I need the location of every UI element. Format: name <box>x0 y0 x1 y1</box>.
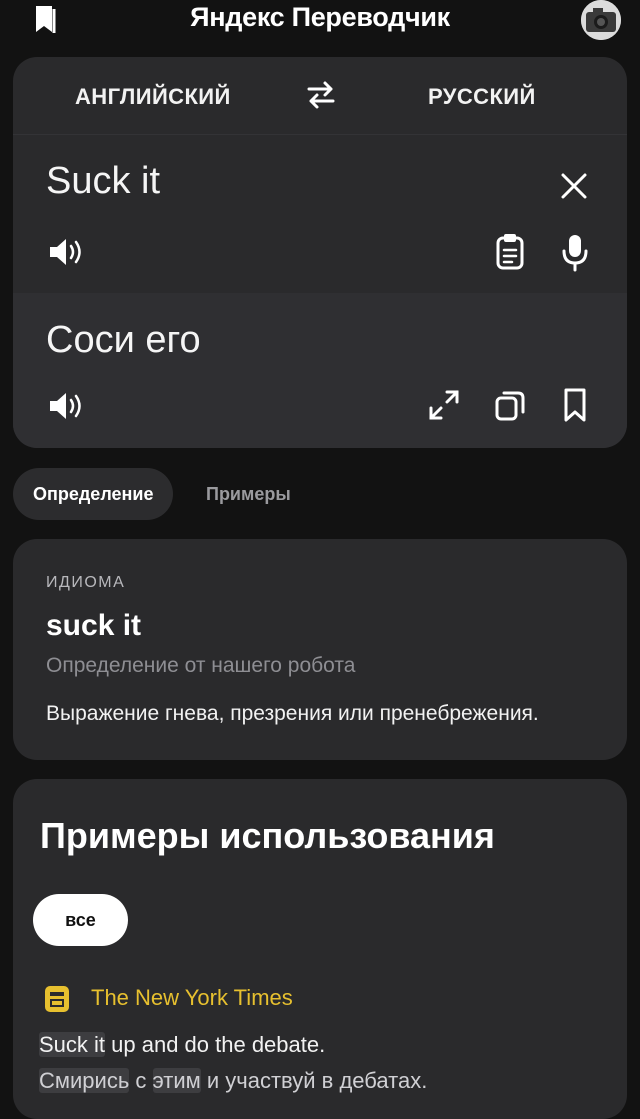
fullscreen-icon[interactable] <box>427 388 461 422</box>
close-icon[interactable] <box>559 171 589 201</box>
bookmark-icon[interactable] <box>562 387 588 423</box>
example-text: и участвуй в дебатах. <box>200 1068 428 1093</box>
language-bar: АНГЛИЙСКИЙ РУССКИЙ <box>13 57 627 135</box>
speaker-icon[interactable] <box>47 390 85 422</box>
copy-icon[interactable] <box>494 388 526 422</box>
filter-chip-all[interactable]: все <box>33 894 128 946</box>
translated-text: Соси его <box>46 319 201 361</box>
tab-examples[interactable]: Примеры <box>186 468 311 520</box>
example-highlight: этим <box>152 1068 201 1093</box>
example-highlight: Смирись <box>39 1068 130 1093</box>
tab-definition[interactable]: Определение <box>13 468 174 520</box>
example-sentence-translation: Смирись с этим и участвуй в дебатах. <box>39 1068 427 1094</box>
target-language-button[interactable]: РУССКИЙ <box>428 84 536 110</box>
newspaper-icon <box>45 986 69 1012</box>
definition-source: Определение от нашего робота <box>46 654 356 677</box>
examples-card: Примеры использования все The New York T… <box>13 779 627 1119</box>
microphone-icon[interactable] <box>561 233 589 273</box>
camera-avatar-icon <box>581 0 621 40</box>
source-language-button[interactable]: АНГЛИЙСКИЙ <box>75 84 231 110</box>
example-text: up and do the debate. <box>105 1032 326 1057</box>
app-title: Яндекс Переводчик <box>190 2 450 32</box>
example-highlight: Suck it <box>39 1032 106 1057</box>
definition-text: Выражение гнева, презрения или пренебреж… <box>46 702 539 725</box>
example-sentence-original: Suck it up and do the debate. <box>39 1032 325 1058</box>
source-text-input[interactable]: Suck it <box>46 160 160 203</box>
app-header: Яндекс Переводчик <box>0 0 640 48</box>
translator-card: АНГЛИЙСКИЙ РУССКИЙ Suck it Соси его <box>13 57 627 448</box>
avatar[interactable] <box>581 0 621 40</box>
definition-term: suck it <box>46 609 142 642</box>
definition-card: ИДИОМА suck it Определение от нашего роб… <box>13 539 627 760</box>
translation-area: Соси его <box>13 293 627 448</box>
example-source-name[interactable]: The New York Times <box>91 985 293 1011</box>
definition-type-label: ИДИОМА <box>46 574 126 591</box>
swap-languages-icon[interactable] <box>305 79 337 111</box>
example-text: с <box>129 1068 153 1093</box>
paste-icon[interactable] <box>492 233 528 271</box>
speaker-icon[interactable] <box>47 236 85 268</box>
examples-title: Примеры использования <box>40 815 495 856</box>
